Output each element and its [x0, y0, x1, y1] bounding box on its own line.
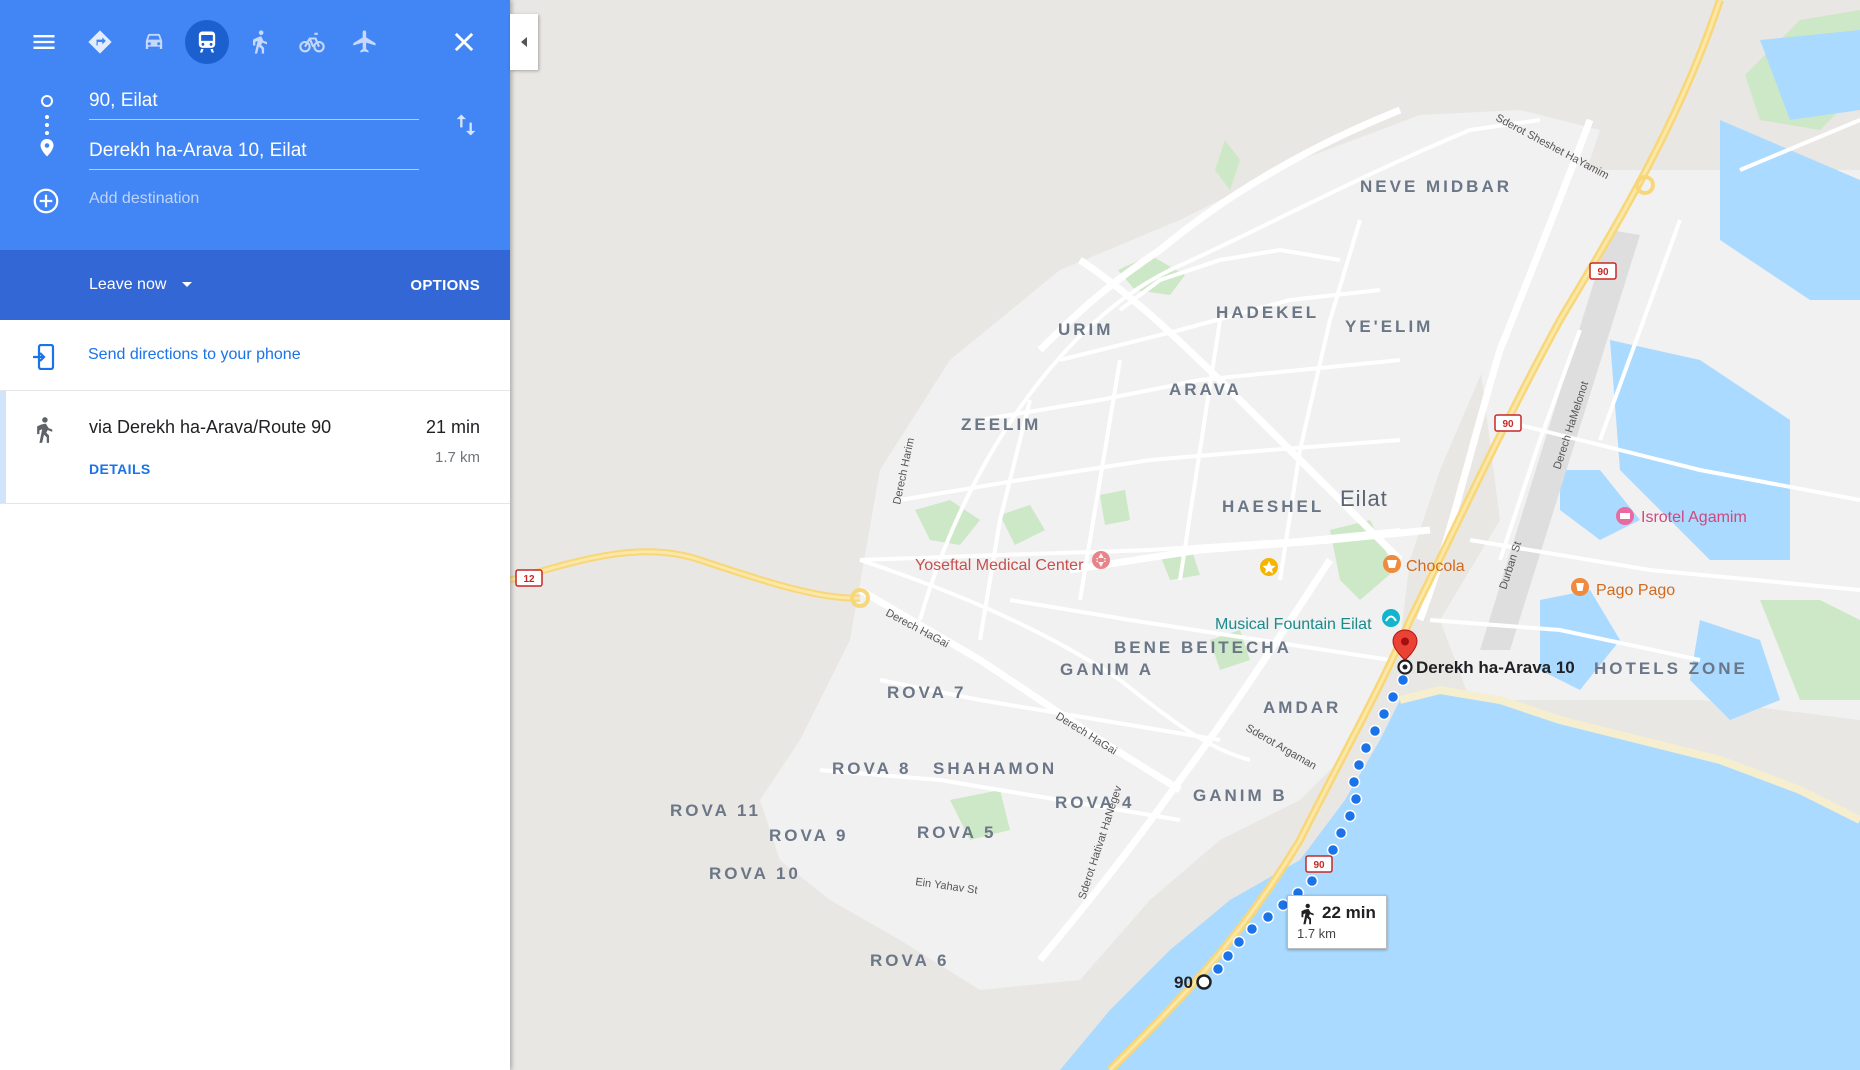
route-details-link[interactable]: DETAILS	[89, 461, 151, 477]
send-to-phone-icon	[33, 344, 55, 370]
svg-text:ROVA 5: ROVA 5	[917, 823, 996, 842]
mode-best-route[interactable]	[78, 20, 122, 64]
route-via-label: via Derekh ha-Arava/Route 90	[89, 417, 332, 437]
mode-driving[interactable]	[132, 20, 176, 64]
origin-circle-icon	[41, 95, 53, 107]
poi-star-marker[interactable]	[1260, 558, 1278, 576]
svg-text:Pago Pago: Pago Pago	[1596, 582, 1675, 599]
directions-panel: 90, Eilat Derekh ha-Arava 10, Eilat Add …	[0, 0, 510, 1070]
svg-text:SHAHAMON: SHAHAMON	[933, 759, 1057, 778]
directions-icon	[88, 30, 112, 54]
flight-icon	[353, 30, 376, 53]
svg-text:ROVA 4: ROVA 4	[1055, 793, 1134, 812]
bubble-distance: 1.7 km	[1297, 926, 1337, 941]
route-time-bubble[interactable]: 22 min 1.7 km	[1287, 895, 1387, 949]
svg-text:ROVA 6: ROVA 6	[870, 951, 949, 970]
travel-mode-bar	[0, 0, 510, 84]
svg-text:90: 90	[1597, 267, 1609, 278]
svg-text:ROVA 7: ROVA 7	[887, 683, 966, 702]
svg-text:URIM: URIM	[1058, 320, 1113, 339]
walk-icon	[1301, 903, 1314, 925]
svg-text:Isrotel Agamim: Isrotel Agamim	[1641, 509, 1747, 526]
destination-underline	[89, 169, 419, 170]
svg-text:Derekh ha-Arava 10: Derekh ha-Arava 10	[1416, 658, 1575, 677]
svg-text:YE'ELIM: YE'ELIM	[1345, 317, 1433, 336]
destination-field[interactable]: Derekh ha-Arava 10, Eilat	[89, 140, 307, 162]
origin-field[interactable]: 90, Eilat	[89, 90, 158, 112]
walk-icon	[253, 30, 267, 54]
directions-header: 90, Eilat Derekh ha-Arava 10, Eilat Add …	[0, 0, 510, 250]
close-directions-button[interactable]	[442, 20, 486, 64]
svg-text:AMDAR: AMDAR	[1263, 698, 1341, 717]
collapse-panel-button[interactable]	[510, 14, 538, 70]
poi-chocola[interactable]: Chocola	[1383, 555, 1465, 575]
chevron-down-icon	[181, 281, 192, 287]
menu-button[interactable]	[22, 20, 66, 64]
route-selected-indicator	[0, 391, 6, 503]
route-option-card[interactable]: via Derekh ha-Arava/Route 90 21 min 1.7 …	[0, 391, 510, 504]
svg-text:ARAVA: ARAVA	[1169, 380, 1242, 399]
bubble-duration: 22 min	[1322, 903, 1376, 922]
mode-flights[interactable]	[343, 20, 387, 64]
svg-text:ZEELIM: ZEELIM	[961, 415, 1041, 434]
options-button[interactable]: OPTIONS	[410, 277, 480, 294]
svg-text:BENE BEITECHA: BENE BEITECHA	[1114, 638, 1292, 657]
transit-icon	[198, 31, 216, 53]
svg-text:HADEKEL: HADEKEL	[1216, 303, 1319, 322]
svg-text:Musical Fountain Eilat: Musical Fountain Eilat	[1215, 616, 1372, 633]
svg-text:Chocola: Chocola	[1406, 558, 1465, 575]
mode-transit[interactable]	[185, 20, 229, 64]
svg-text:GANIM A: GANIM A	[1060, 660, 1154, 679]
walk-icon	[37, 417, 53, 443]
leave-now-label: Leave now	[89, 276, 167, 293]
send-to-phone-label: Send directions to your phone	[88, 346, 301, 363]
svg-text:ROVA 10: ROVA 10	[709, 864, 801, 883]
route-duration: 21 min	[425, 417, 480, 437]
origin-marker[interactable]: 90	[1174, 973, 1212, 992]
bike-icon	[299, 32, 325, 53]
svg-text:ROVA 8: ROVA 8	[832, 759, 911, 778]
svg-text:Yoseftal Medical Center: Yoseftal Medical Center	[915, 557, 1084, 574]
svg-text:90: 90	[1313, 860, 1325, 871]
close-icon	[454, 32, 474, 52]
svg-text:12: 12	[523, 574, 535, 585]
add-destination-field[interactable]: Add destination	[89, 190, 199, 208]
caret-left-icon	[521, 37, 527, 47]
swap-directions-icon[interactable]	[452, 110, 480, 140]
svg-text:90: 90	[1502, 419, 1514, 430]
svg-text:HOTELS ZONE: HOTELS ZONE	[1594, 659, 1748, 678]
origin-underline	[89, 119, 419, 120]
svg-text:ROVA 9: ROVA 9	[769, 826, 848, 845]
svg-text:HAESHEL: HAESHEL	[1222, 497, 1324, 516]
svg-text:Eilat: Eilat	[1340, 486, 1388, 511]
send-to-phone-row[interactable]: Send directions to your phone	[0, 322, 510, 391]
map-canvas[interactable]: 90 90 90 12 NEVE MIDBAR HADEKEL YE'ELIM …	[510, 0, 1860, 1070]
route-distance: 1.7 km	[434, 449, 480, 466]
add-destination-icon[interactable]	[31, 186, 61, 216]
menu-icon	[33, 35, 55, 49]
leave-now-dropdown[interactable]: Leave now	[89, 276, 193, 294]
svg-text:GANIM B: GANIM B	[1193, 786, 1288, 805]
svg-text:90: 90	[1174, 973, 1193, 992]
mode-cycling[interactable]	[290, 20, 334, 64]
car-icon	[145, 33, 163, 49]
mode-walking[interactable]	[238, 20, 282, 64]
svg-text:ROVA 11: ROVA 11	[670, 801, 761, 820]
svg-text:NEVE MIDBAR: NEVE MIDBAR	[1360, 177, 1512, 196]
